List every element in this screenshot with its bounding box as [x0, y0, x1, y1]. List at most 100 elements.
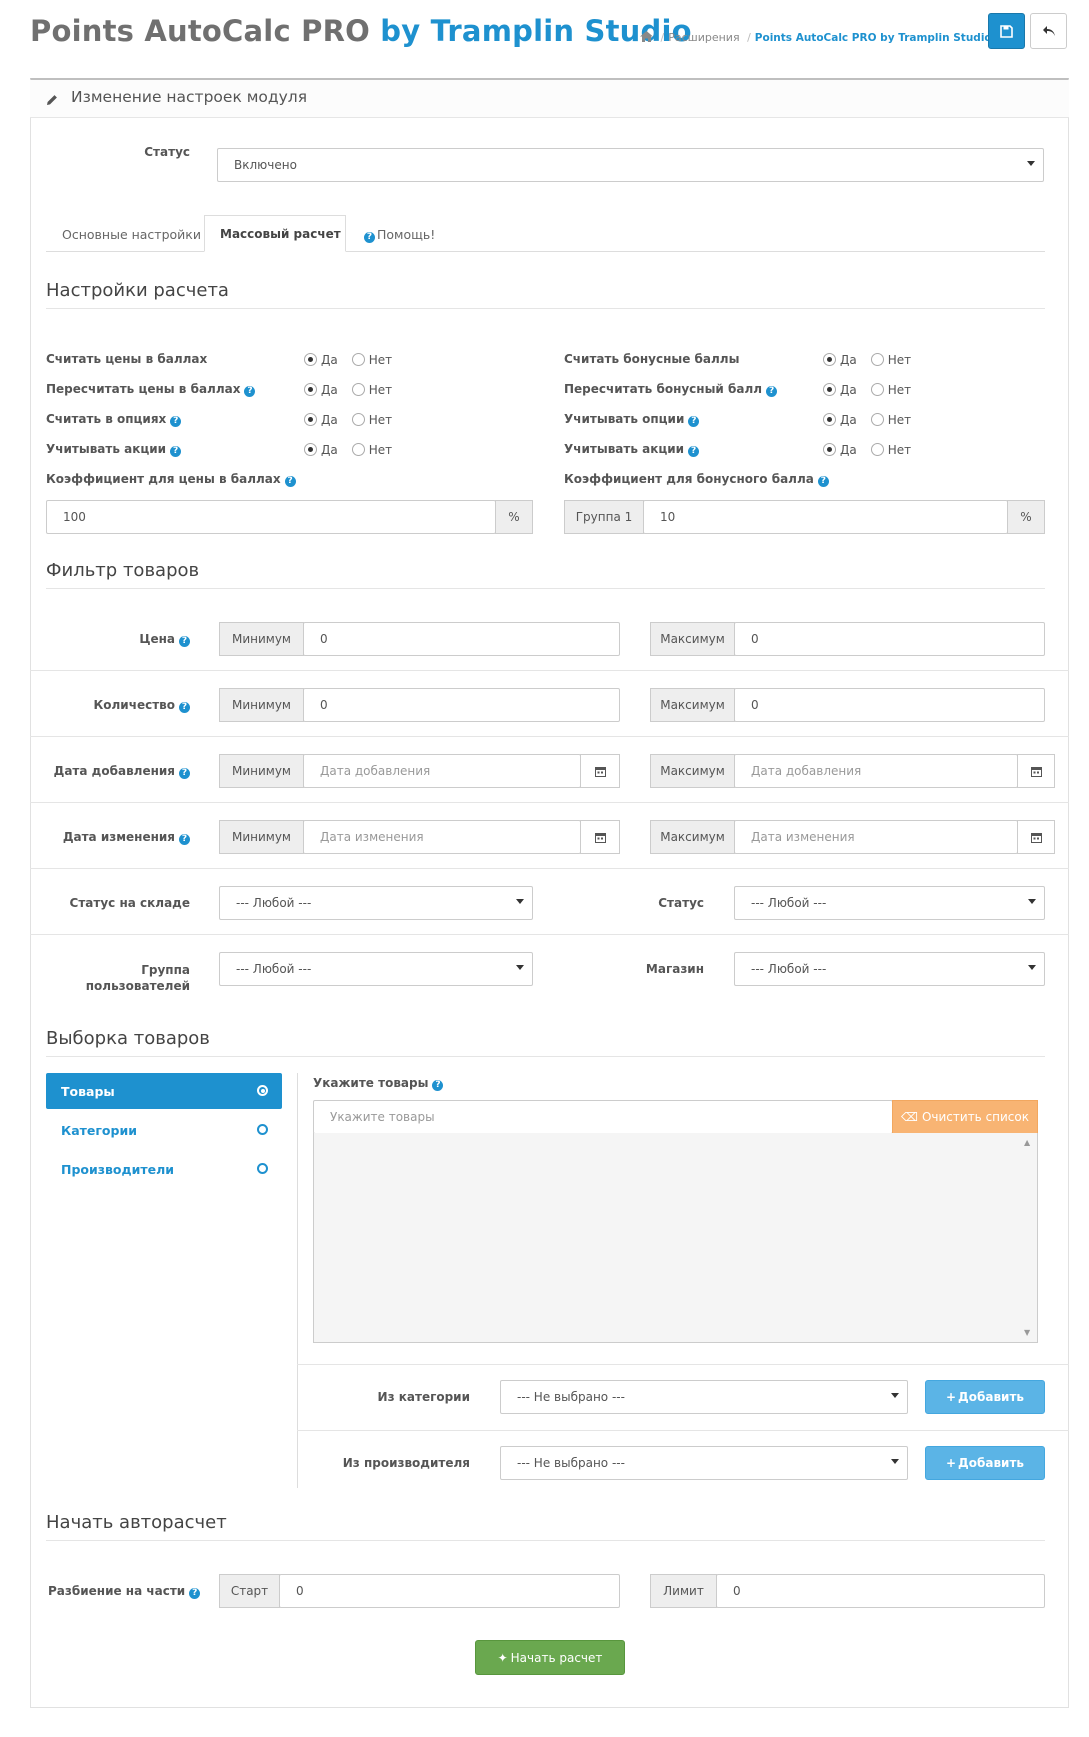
start-calc-button[interactable]: ✦ Начать расчет — [475, 1640, 625, 1675]
max-addon: Максимум — [650, 622, 735, 656]
tab-help[interactable]: ? Помощь! — [364, 227, 435, 243]
plus-icon: + — [945, 1456, 957, 1470]
radio-yes[interactable] — [304, 383, 317, 396]
home-icon[interactable] — [640, 31, 653, 44]
question-icon: ? — [688, 416, 700, 427]
breadcrumb-current[interactable]: Points AutoCalc PRO by Tramplin Studio — [755, 32, 992, 44]
nav-products-label: Товары — [61, 1084, 115, 1099]
radio-no[interactable] — [870, 413, 884, 426]
radio-no[interactable] — [870, 383, 884, 396]
chevron-down-icon — [1028, 965, 1036, 970]
radio-group-right-1[interactable]: Да Нет — [823, 383, 911, 397]
from-manufacturer-select[interactable]: --- Не выбрано --- — [500, 1446, 908, 1480]
save-button[interactable] — [988, 13, 1025, 49]
date-added-max-input[interactable]: Дата добавления — [734, 754, 1018, 788]
date-modified-min-picker[interactable] — [580, 820, 620, 854]
date-modified-label: Дата изменения? — [40, 830, 190, 845]
back-button[interactable] — [1030, 13, 1067, 49]
question-icon: ? — [817, 476, 829, 487]
radio-group-left-2[interactable]: Да Нет — [304, 413, 392, 427]
quantity-min-input[interactable]: 0 — [303, 688, 620, 722]
clear-list-button[interactable]: ⌫ Очистить список — [892, 1100, 1038, 1134]
date-modified-max-input[interactable]: Дата изменения — [734, 820, 1018, 854]
from-category-select[interactable]: --- Не выбрано --- — [500, 1380, 908, 1414]
price-min-input[interactable]: 0 — [303, 622, 620, 656]
limit-addon: Лимит — [650, 1574, 717, 1608]
add-category-button[interactable]: + Добавить — [925, 1380, 1045, 1414]
coef-price-input[interactable]: 100 — [46, 500, 496, 534]
section-calc-settings: Настройки расчета — [46, 280, 229, 301]
price-label: Цена? — [60, 632, 190, 647]
radio-yes[interactable] — [823, 413, 836, 426]
max-addon: Максимум — [650, 820, 735, 854]
radio-no[interactable] — [351, 383, 365, 396]
date-added-min-input[interactable]: Дата добавления — [303, 754, 581, 788]
chevron-down-icon — [516, 965, 524, 970]
tab-main-settings[interactable]: Основные настройки — [62, 227, 201, 242]
radio-no[interactable] — [870, 353, 884, 366]
radio-group-right-0[interactable]: Да Нет — [823, 353, 911, 367]
product-status-select[interactable]: --- Любой --- — [734, 886, 1045, 920]
date-modified-max-picker[interactable] — [1017, 820, 1055, 854]
quantity-max-input[interactable]: 0 — [734, 688, 1045, 722]
question-icon: ? — [688, 446, 700, 457]
min-addon: Минимум — [219, 820, 304, 854]
page-title: Points AutoCalc PRO by Tramplin Studio — [30, 14, 692, 48]
radio-yes[interactable] — [823, 383, 836, 396]
stock-status-select[interactable]: --- Любой --- — [219, 886, 533, 920]
plus-icon: + — [945, 1390, 957, 1404]
customer-group-select[interactable]: --- Любой --- — [219, 952, 533, 986]
radio-no[interactable] — [351, 353, 365, 366]
date-added-max-picker[interactable] — [1017, 754, 1055, 788]
radio-yes[interactable] — [304, 353, 317, 366]
products-autocomplete-input[interactable]: Укажите товары — [313, 1100, 893, 1134]
question-icon: ? — [766, 386, 778, 397]
store-select[interactable]: --- Любой --- — [734, 952, 1045, 986]
radio-yes[interactable] — [304, 413, 317, 426]
circle-icon — [257, 1163, 268, 1174]
radio-group-right-2[interactable]: Да Нет — [823, 413, 911, 427]
radio-no[interactable] — [870, 443, 884, 456]
scroll-down-icon[interactable]: ▼ — [1024, 1328, 1030, 1337]
tab-help-label: Помощь! — [377, 227, 436, 242]
radio-yes[interactable] — [823, 443, 836, 456]
start-input[interactable]: 0 — [279, 1574, 620, 1608]
radio-group-right-3[interactable]: Да Нет — [823, 443, 911, 457]
calc-right-label-2: Учитывать опции? — [564, 412, 700, 427]
date-modified-min-input[interactable]: Дата изменения — [303, 820, 581, 854]
products-list[interactable] — [313, 1133, 1038, 1343]
question-icon: ? — [179, 768, 190, 779]
add-manufacturer-button[interactable]: + Добавить — [925, 1446, 1045, 1480]
tab-mass-calc[interactable]: Массовый расчет — [220, 227, 341, 241]
limit-input[interactable]: 0 — [716, 1574, 1045, 1608]
nav-manufacturers[interactable]: Производители — [61, 1162, 174, 1177]
question-icon: ? — [189, 1588, 201, 1599]
question-icon: ? — [179, 834, 190, 845]
date-added-min-picker[interactable] — [580, 754, 620, 788]
question-icon: ? — [244, 386, 256, 397]
nav-categories[interactable]: Категории — [61, 1123, 137, 1138]
radio-group-left-0[interactable]: Да Нет — [304, 353, 392, 367]
radio-yes[interactable] — [823, 353, 836, 366]
question-icon: ? — [179, 702, 190, 713]
price-max-input[interactable]: 0 — [734, 622, 1045, 656]
radio-group-left-1[interactable]: Да Нет — [304, 383, 392, 397]
question-icon: ? — [170, 416, 182, 427]
radio-no[interactable] — [351, 413, 365, 426]
group-addon: Группа 1 — [564, 500, 644, 534]
radio-no[interactable] — [351, 443, 365, 456]
status-select[interactable]: Включено — [217, 148, 1044, 182]
status-label: Статус — [144, 145, 190, 159]
chevron-down-icon — [1028, 899, 1036, 904]
save-icon — [1000, 24, 1013, 38]
section-filter: Фильтр товаров — [46, 560, 200, 581]
min-addon: Минимум — [219, 688, 304, 722]
radio-group-left-3[interactable]: Да Нет — [304, 443, 392, 457]
coef-bonus-input[interactable]: 10 — [643, 500, 1008, 534]
radio-yes[interactable] — [304, 443, 317, 456]
percent-addon: % — [495, 500, 533, 534]
breadcrumb-extensions[interactable]: Расширения — [668, 31, 739, 44]
coef-price-label: Коэффициент для цены в баллах? — [46, 472, 296, 487]
from-category-label: Из категории — [377, 1390, 470, 1404]
scroll-up-icon[interactable]: ▲ — [1024, 1138, 1030, 1147]
